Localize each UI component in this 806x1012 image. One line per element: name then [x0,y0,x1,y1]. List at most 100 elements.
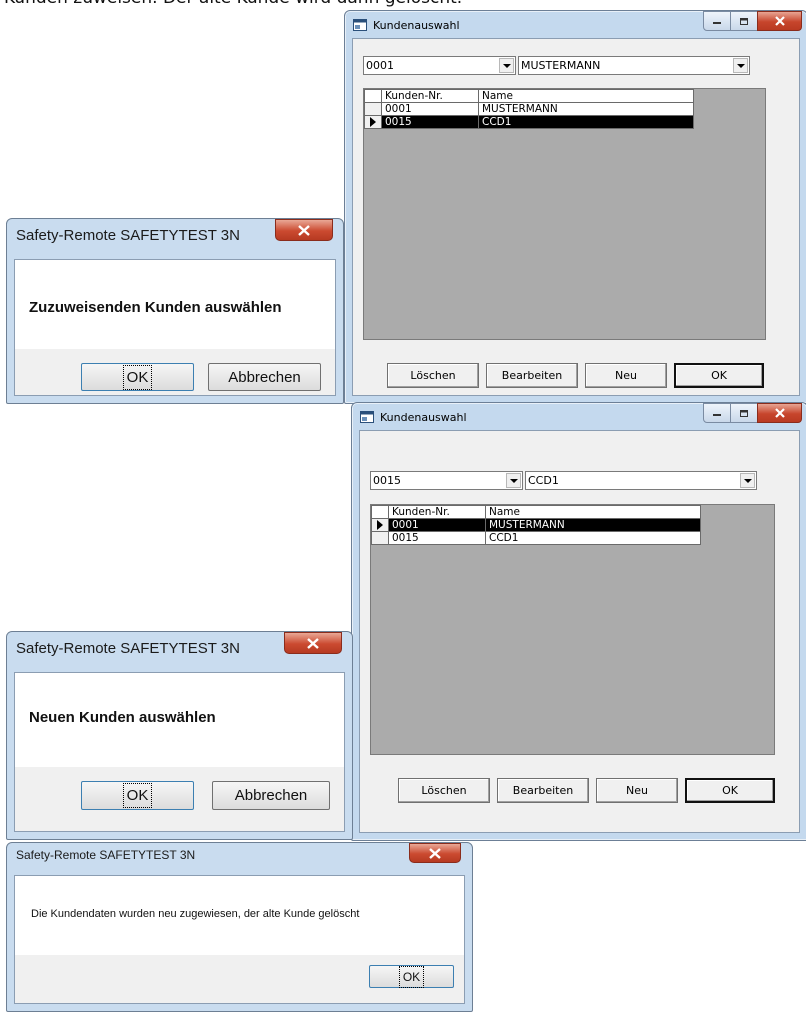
ok-button[interactable]: OK [81,363,194,391]
dialog-title: Safety-Remote SAFETYTEST 3N [16,226,240,244]
column-header-customer-number[interactable]: Kunden-Nr. [381,89,479,103]
edit-button[interactable]: Bearbeiten [497,778,589,803]
dropdown-arrow-icon[interactable] [740,473,755,488]
customer-number-value: 0015 [373,474,401,487]
close-icon [774,408,785,418]
window-title: Kundenauswahl [380,410,467,424]
customer-number-combo[interactable]: 0001 [363,56,516,75]
dialog-body: Die Kundendaten wurden neu zugewiesen, d… [14,875,465,1004]
maximize-button[interactable] [730,11,758,31]
message-dialog-select-new-customer: Safety-Remote SAFETYTEST 3N Neuen Kunden… [6,631,353,840]
edit-button[interactable]: Bearbeiten [486,363,578,388]
ok-label: OK [122,783,153,808]
table-row[interactable]: 0001 MUSTERMANN [364,102,694,116]
dialog-message: Zuzuweisenden Kunden auswählen [29,299,282,316]
dialog-message: Neuen Kunden auswählen [29,709,216,726]
ok-label: OK [122,364,153,390]
customer-number-value: 0001 [366,59,394,72]
cell-customer-number[interactable]: 0001 [381,102,479,116]
message-dialog-select-assign-customer: Safety-Remote SAFETYTEST 3N Zuzuweisende… [6,218,344,404]
dialog-body: Zuzuweisenden Kunden auswählen OK Abbrec… [14,259,336,396]
maximize-icon [740,409,748,417]
window-controls [703,11,802,31]
column-header-name[interactable]: Name [485,505,701,519]
dialog-title: Safety-Remote SAFETYTEST 3N [16,848,196,862]
ok-label: OK [398,965,425,988]
grid-header-row: Kunden-Nr. Name [364,89,694,103]
window-controls [703,403,802,423]
minimize-button[interactable] [703,403,731,423]
close-button[interactable] [409,843,461,863]
maximize-icon [740,17,748,25]
customer-name-value: MUSTERMANN [521,59,601,72]
delete-button[interactable]: Löschen [387,363,479,388]
ok-button[interactable]: OK [81,781,194,810]
close-icon [774,16,785,26]
customer-selection-window-2: Kundenauswahl 0015 CCD1 Kunden-Nr. Name [351,402,806,841]
new-button[interactable]: Neu [596,778,678,803]
row-indicator [364,115,382,129]
dropdown-arrow-icon[interactable] [499,58,514,73]
cell-name[interactable]: MUSTERMANN [478,102,694,116]
customer-name-combo[interactable]: CCD1 [525,471,757,490]
ok-button[interactable]: OK [674,363,764,388]
customer-selection-window-1: Kundenauswahl 0001 MUSTERMANN Kunden-Nr.… [344,10,806,404]
close-button[interactable] [757,11,802,31]
window-title-bar: Kundenauswahl [360,405,467,429]
cell-name[interactable]: CCD1 [485,531,701,545]
app-icon [360,411,374,423]
column-header-name[interactable]: Name [478,89,694,103]
row-indicator [371,518,389,532]
row-indicator [364,102,382,116]
table-row-selected[interactable]: 0001 MUSTERMANN [371,518,701,532]
window-title: Kundenauswahl [373,18,460,32]
instruction-heading: Kunden zuweisen. Der alte Kunde wird dan… [4,0,462,8]
customer-name-value: CCD1 [528,474,559,487]
table-row[interactable]: 0015 CCD1 [371,531,701,545]
ok-button[interactable]: OK [369,965,454,988]
customer-number-combo[interactable]: 0015 [370,471,523,490]
dropdown-arrow-icon[interactable] [506,473,521,488]
dialog-message: Die Kundendaten wurden neu zugewiesen, d… [31,908,360,920]
row-indicator-header [364,89,382,103]
current-row-arrow-icon [377,520,383,530]
close-button[interactable] [284,632,342,654]
dialog-body: Neuen Kunden auswählen OK Abbrechen [14,672,345,832]
cell-name[interactable]: CCD1 [478,115,694,129]
close-icon [429,847,441,859]
ok-button[interactable]: OK [685,778,775,803]
customer-grid[interactable]: Kunden-Nr. Name 0001 MUSTERMANN 0015 CCD… [370,504,775,755]
app-icon [353,19,367,31]
cell-name[interactable]: MUSTERMANN [485,518,701,532]
minimize-icon [713,22,721,24]
dialog-title: Safety-Remote SAFETYTEST 3N [16,639,240,657]
maximize-button[interactable] [730,403,758,423]
minimize-button[interactable] [703,11,731,31]
table-row-selected[interactable]: 0015 CCD1 [364,115,694,129]
new-button[interactable]: Neu [585,363,667,388]
window-title-bar: Kundenauswahl [353,13,460,37]
delete-button[interactable]: Löschen [398,778,490,803]
column-header-customer-number[interactable]: Kunden-Nr. [388,505,486,519]
dialog-footer: OK [15,955,464,1003]
message-dialog-confirmation: Safety-Remote SAFETYTEST 3N Die Kundenda… [6,842,473,1012]
grid-header-row: Kunden-Nr. Name [371,505,701,519]
customer-grid[interactable]: Kunden-Nr. Name 0001 MUSTERMANN 0015 CCD… [363,88,766,340]
cell-customer-number[interactable]: 0015 [381,115,479,129]
dropdown-arrow-icon[interactable] [733,58,748,73]
row-indicator-header [371,505,389,519]
minimize-icon [713,414,721,416]
current-row-arrow-icon [370,117,376,127]
cancel-button[interactable]: Abbrechen [208,363,321,391]
row-indicator [371,531,389,545]
window-client-area: 0015 CCD1 Kunden-Nr. Name 0001 MUSTERMAN… [359,430,800,833]
close-icon [298,224,310,236]
close-button[interactable] [275,219,333,241]
dialog-footer: OK Abbrechen [15,767,344,831]
close-button[interactable] [757,403,802,423]
cell-customer-number[interactable]: 0015 [388,531,486,545]
customer-name-combo[interactable]: MUSTERMANN [518,56,750,75]
cancel-button[interactable]: Abbrechen [212,781,330,810]
window-client-area: 0001 MUSTERMANN Kunden-Nr. Name 0001 MUS… [352,38,800,396]
cell-customer-number[interactable]: 0001 [388,518,486,532]
